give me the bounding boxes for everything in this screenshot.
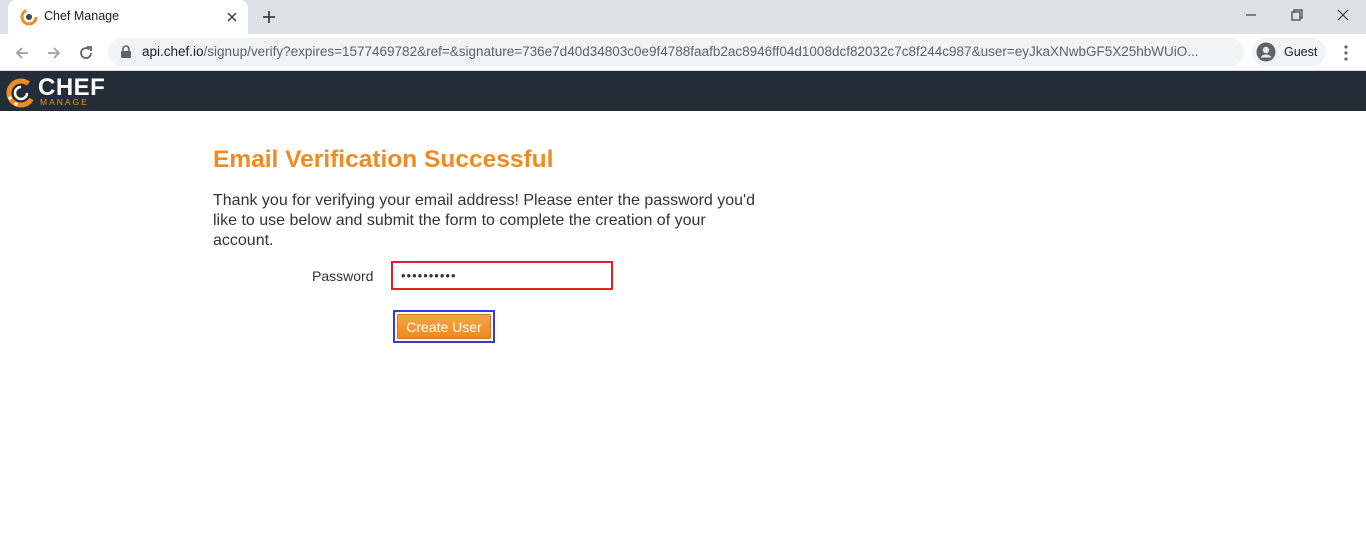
profile-button[interactable]: Guest <box>1252 38 1326 66</box>
browser-tabstrip: Chef Manage <box>0 0 1366 34</box>
chef-logo-icon <box>4 76 38 110</box>
back-arrow-icon[interactable] <box>8 39 36 67</box>
create-user-focus-frame: Create User <box>393 310 495 343</box>
password-input[interactable] <box>391 261 613 290</box>
logo-subtext: MANAGE <box>40 97 89 107</box>
url-host: api.chef.io <box>142 44 204 59</box>
lock-icon[interactable] <box>120 45 132 59</box>
verification-panel: Email Verification Successful Thank you … <box>213 145 773 251</box>
url-text[interactable]: api.chef.io/signup/verify?expires=157746… <box>142 44 1232 59</box>
chef-favicon-icon <box>20 8 38 26</box>
reload-icon[interactable] <box>72 39 100 67</box>
page-title: Email Verification Successful <box>213 146 554 173</box>
app-header: CHEF MANAGE <box>0 71 1366 111</box>
profile-label: Guest <box>1284 45 1318 59</box>
browser-toolbar: api.chef.io/signup/verify?expires=157746… <box>0 34 1366 71</box>
new-tab-plus-icon[interactable] <box>258 6 280 28</box>
kebab-menu-icon[interactable] <box>1334 39 1358 67</box>
create-user-button[interactable]: Create User <box>397 314 491 339</box>
browser-tab-active[interactable]: Chef Manage <box>8 0 248 34</box>
address-bar[interactable]: api.chef.io/signup/verify?expires=157746… <box>108 38 1244 66</box>
tab-title: Chef Manage <box>44 9 120 23</box>
intro-text: Thank you for verifying your email addre… <box>213 192 755 249</box>
url-path: /signup/verify?expires=1577469782&ref=&s… <box>203 44 1199 59</box>
forward-arrow-icon[interactable] <box>40 39 68 67</box>
close-window-icon[interactable] <box>1320 0 1366 30</box>
restore-icon[interactable] <box>1274 0 1320 30</box>
password-label: Password <box>312 268 374 284</box>
chef-manage-logo[interactable]: CHEF MANAGE <box>4 74 124 110</box>
minimize-icon[interactable] <box>1228 0 1274 30</box>
guest-avatar-icon <box>1256 42 1276 62</box>
password-form-row: Password <box>213 261 633 291</box>
tab-close-icon[interactable] <box>222 7 242 27</box>
